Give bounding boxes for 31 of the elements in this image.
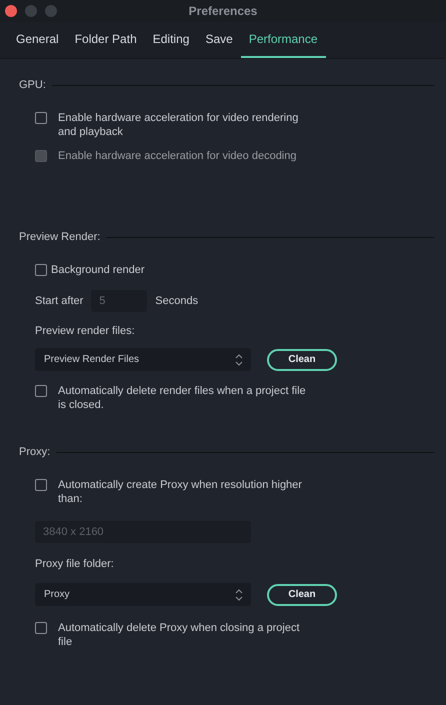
checkbox-label: Enable hardware acceleration for video decoding bbox=[58, 149, 296, 163]
tab[interactable]: Editing bbox=[144, 22, 198, 58]
checkbox[interactable] bbox=[35, 264, 47, 276]
checkbox[interactable] bbox=[35, 385, 47, 397]
close-button[interactable] bbox=[5, 5, 17, 17]
tab[interactable]: General bbox=[8, 22, 67, 58]
chevron-updown-icon bbox=[235, 352, 243, 366]
section-title: GPU: bbox=[19, 79, 46, 91]
field-label: Proxy file folder: bbox=[35, 558, 114, 570]
field-label: Preview render files: bbox=[35, 325, 135, 337]
checkbox-label: Automatically delete render files when a project file is closed. bbox=[58, 384, 307, 412]
checkbox[interactable] bbox=[35, 112, 47, 124]
unit-label: Seconds bbox=[155, 295, 198, 307]
folder-dropdown[interactable]: Preview Render Files bbox=[35, 348, 251, 371]
checkbox[interactable] bbox=[35, 479, 47, 491]
checkbox-label: Background render bbox=[51, 263, 145, 277]
section-title: Preview Render: bbox=[19, 231, 100, 243]
chevron-updown-icon bbox=[235, 588, 243, 602]
tab[interactable]: Folder Path bbox=[66, 22, 145, 58]
tab[interactable]: Performance bbox=[240, 22, 326, 58]
checkbox[interactable] bbox=[35, 622, 47, 634]
folder-dropdown[interactable]: Proxy bbox=[35, 583, 251, 606]
clean-button[interactable]: Clean bbox=[267, 584, 337, 606]
clean-button[interactable]: Clean bbox=[267, 348, 337, 370]
section-title: Proxy: bbox=[19, 446, 50, 458]
field-label: Start after bbox=[35, 295, 84, 307]
checkbox-label: Automatically create Proxy when resolution higher than: bbox=[58, 478, 303, 506]
tab[interactable]: Save bbox=[197, 22, 241, 58]
checkbox-label: Automatically delete Proxy when closing a project file bbox=[58, 621, 301, 649]
checkbox-label: Enable hardware acceleration for video rendering and playback bbox=[58, 111, 300, 139]
window-title: Preferences bbox=[188, 4, 258, 18]
